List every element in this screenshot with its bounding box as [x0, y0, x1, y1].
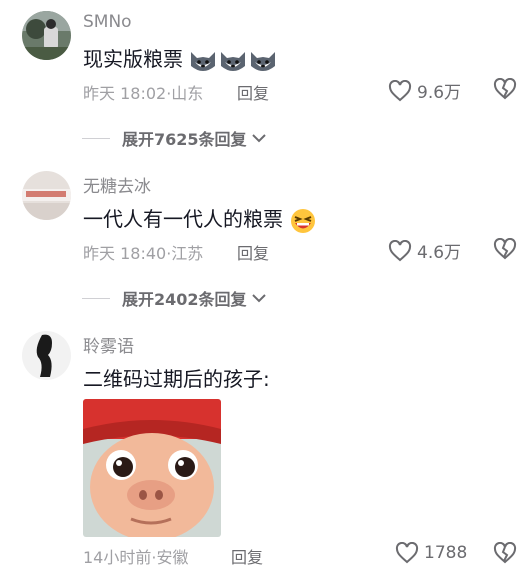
comment-meta: 昨天 18:02·山东 — [83, 80, 203, 104]
comment-text: 二维码过期后的孩子: — [83, 367, 270, 391]
comment-item: 无糖去冰 一代人有一代人的粮票 昨天 18:40·江苏 回复 4.6万 展开24… — [0, 160, 532, 310]
avatar[interactable] — [22, 11, 71, 60]
chevron-down-icon — [251, 294, 266, 303]
reply-button[interactable]: 回复 — [237, 80, 269, 104]
dislike-button[interactable] — [493, 77, 517, 104]
comment-text-body: 现实版粮票 — [83, 47, 183, 71]
comment-text-body: 一代人有一代人的粮票 — [83, 207, 283, 231]
broken-heart-icon — [493, 77, 517, 100]
timestamp: 14小时前 — [83, 548, 152, 567]
laughing-emoji — [283, 207, 317, 233]
reply-button[interactable]: 回复 — [231, 544, 263, 568]
dislike-button[interactable] — [493, 237, 517, 264]
like-button[interactable]: 4.6万 — [388, 238, 461, 263]
dislike-button[interactable] — [493, 541, 517, 568]
broken-heart-icon — [493, 541, 517, 564]
expand-replies[interactable]: 展开2402条回复 — [82, 286, 267, 310]
avatar[interactable] — [22, 331, 71, 380]
location: 江苏 — [171, 244, 204, 263]
like-count: 9.6万 — [417, 83, 462, 103]
expand-replies-label: 展开7625条回复 — [122, 130, 247, 149]
divider — [82, 297, 110, 299]
like-count: 4.6万 — [417, 243, 462, 263]
location: 山东 — [171, 84, 204, 103]
comment-image[interactable] — [83, 399, 221, 537]
expand-replies-label: 展开2402条回复 — [122, 290, 247, 309]
broken-heart-icon — [493, 237, 517, 260]
avatar[interactable] — [22, 171, 71, 220]
comment-text: 现实版粮票 — [83, 43, 279, 74]
like-button[interactable]: 1788 — [395, 542, 467, 564]
username[interactable]: SMNo — [83, 12, 132, 32]
comment-meta: 14小时前·安徽 — [83, 544, 188, 568]
heart-outline-icon — [388, 79, 412, 101]
chevron-down-icon — [251, 134, 266, 143]
like-count: 1788 — [424, 543, 468, 563]
comment-meta: 昨天 18:40·江苏 — [83, 240, 203, 264]
comment-item: 聆雾语 二维码过期后的孩子: 14小时前·安徽 回复 1788 — [0, 320, 532, 571]
like-button[interactable]: 9.6万 — [388, 78, 461, 103]
divider — [82, 137, 110, 139]
heart-outline-icon — [395, 542, 419, 564]
husky-emoji — [183, 47, 279, 71]
timestamp: 昨天 18:40 — [83, 244, 167, 263]
timestamp: 昨天 18:02 — [83, 84, 167, 103]
username[interactable]: 无糖去冰 — [83, 172, 151, 197]
comment-item: SMNo 现实版粮票 昨天 18:02·山东 回复 9.6万 展开7625条回复 — [0, 0, 532, 150]
username[interactable]: 聆雾语 — [83, 332, 134, 357]
heart-outline-icon — [388, 239, 412, 261]
reply-button[interactable]: 回复 — [237, 240, 269, 264]
expand-replies[interactable]: 展开7625条回复 — [82, 126, 267, 150]
comment-text: 一代人有一代人的粮票 — [83, 203, 317, 234]
location: 安徽 — [156, 548, 189, 567]
